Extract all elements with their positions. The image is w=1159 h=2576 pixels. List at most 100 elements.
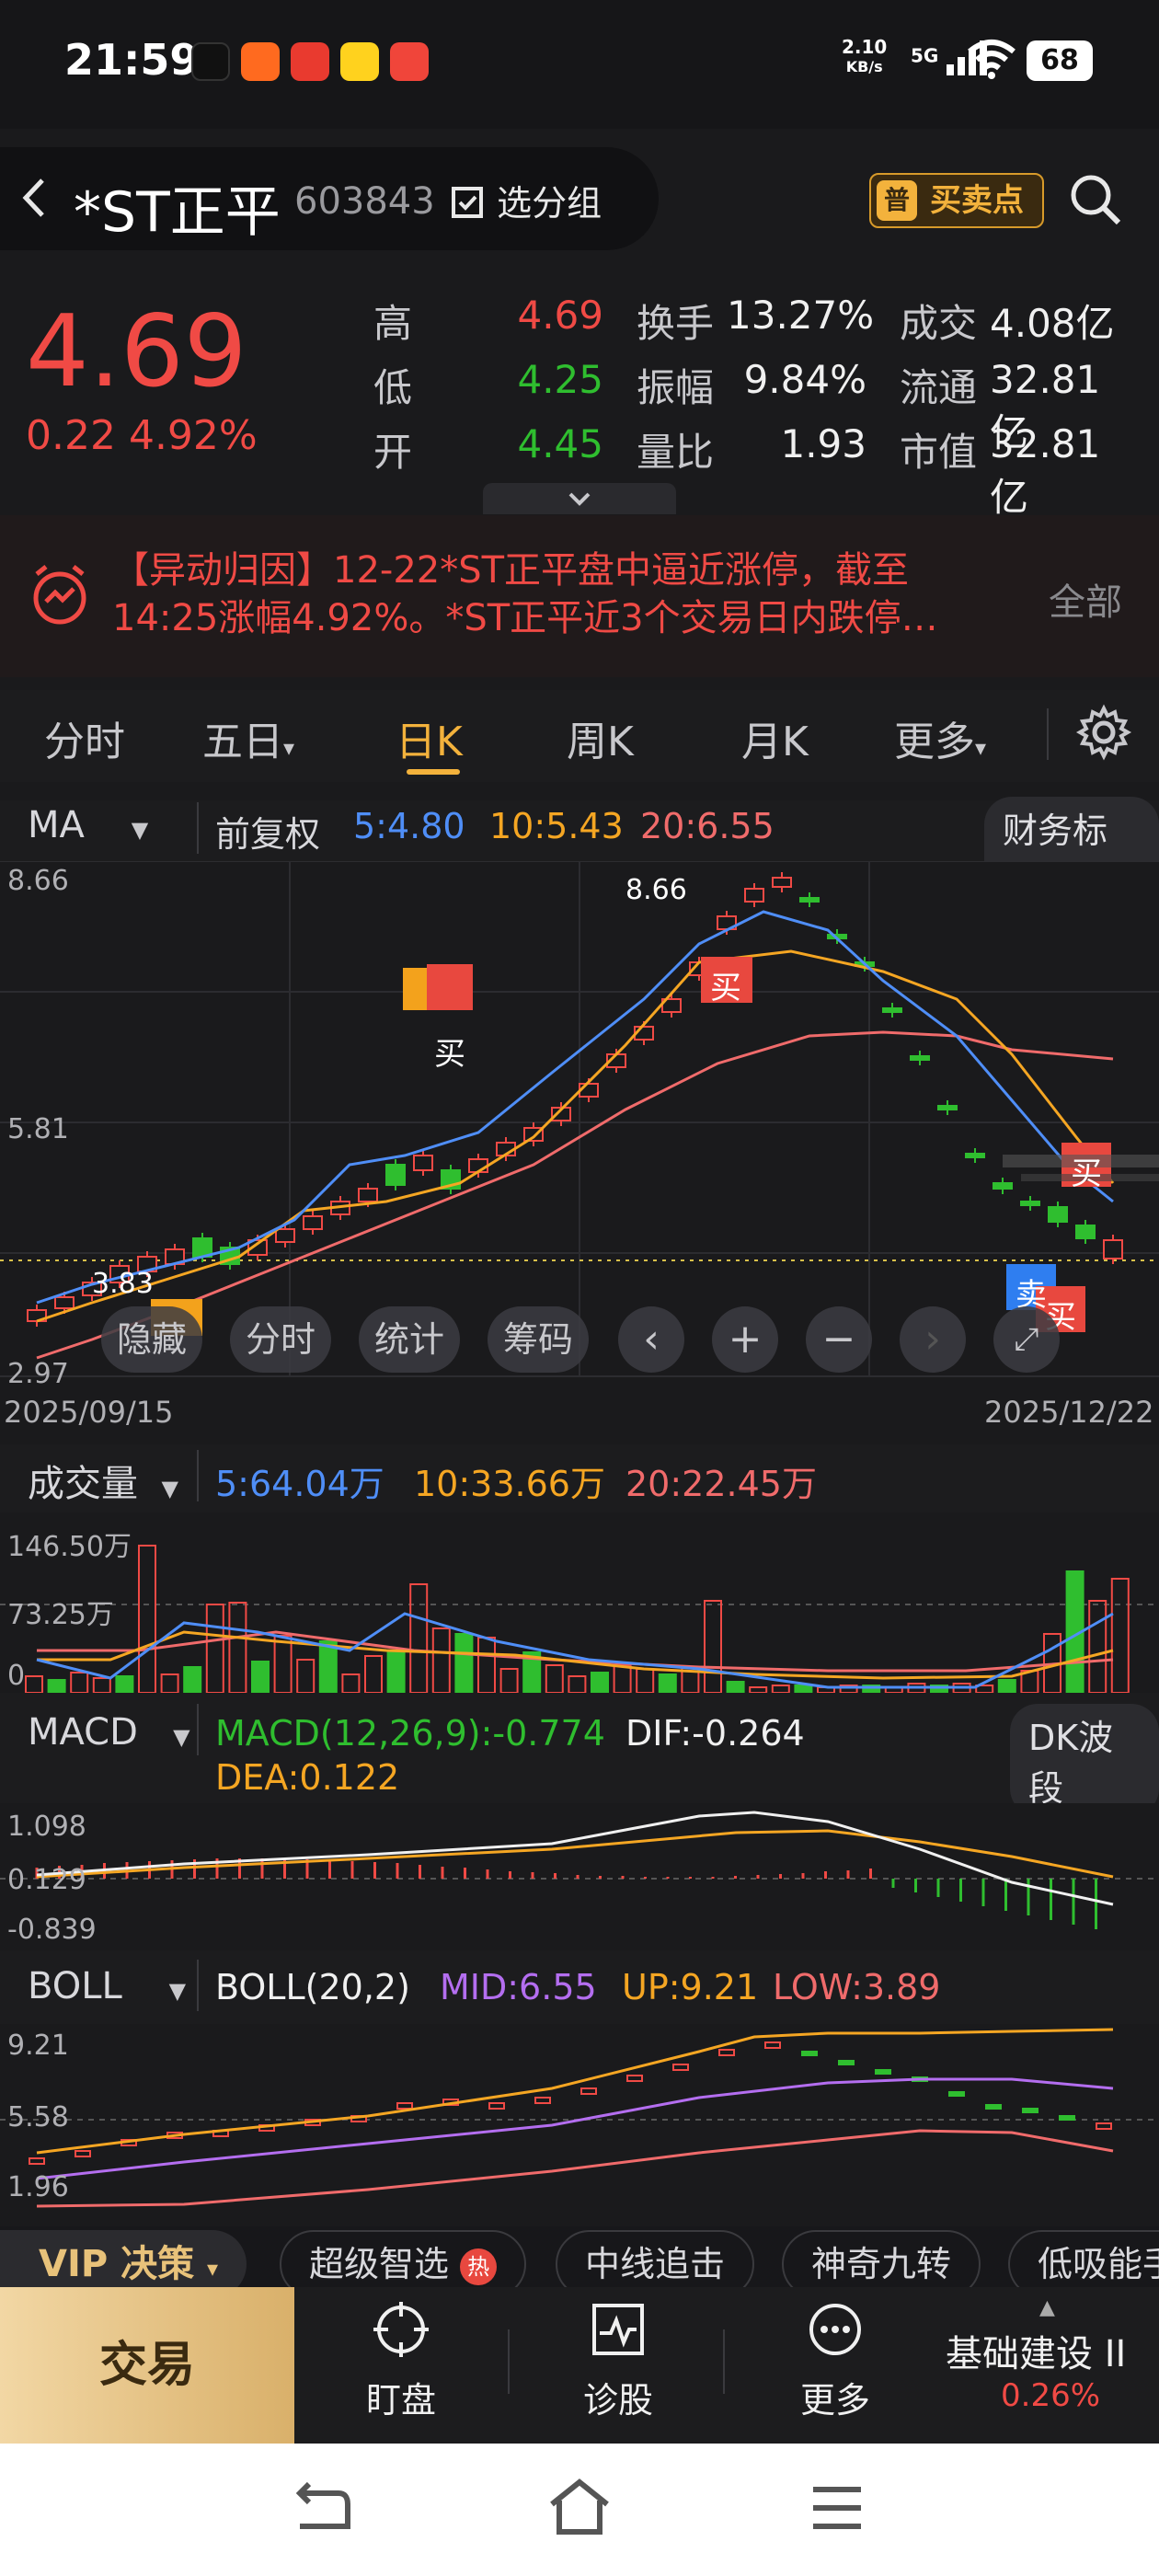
boll-candle: [75, 2150, 91, 2157]
alarm-icon: [33, 565, 86, 625]
tab-daily-k[interactable]: 日K: [396, 708, 463, 767]
select-group-button[interactable]: 选分组: [451, 175, 602, 225]
market-cap-label: 市值: [900, 430, 978, 475]
boll-candle: [985, 2104, 1002, 2110]
macd-chart: [0, 1803, 1159, 1950]
open-value: 4.45: [517, 421, 603, 466]
boll-candle: [718, 2049, 735, 2056]
vol-ma5: 5:64.04万: [215, 1464, 384, 1504]
index-name[interactable]: 基础建设 II: [946, 2324, 1126, 2377]
buy-label: 买: [434, 1036, 465, 1073]
chevron-down-icon: [568, 492, 591, 506]
news-app-icon: [291, 42, 329, 81]
volume-chart: [0, 1512, 1159, 1693]
diagnose-button[interactable]: 诊股: [535, 2300, 701, 2422]
candle-body: [910, 1055, 930, 1061]
macd-y-top: 1.098: [7, 1811, 86, 1843]
chips-button[interactable]: 筹码: [488, 1306, 589, 1373]
open-label: 开: [373, 430, 413, 475]
vol-y-mid: 73.25万: [7, 1599, 114, 1631]
system-menu-icon[interactable]: [809, 2484, 865, 2532]
chevron-up-icon[interactable]: ▲: [1039, 2296, 1055, 2319]
dk-band-button[interactable]: DK波段: [1010, 1704, 1159, 1816]
macd-y-bottom: -0.839: [7, 1914, 97, 1946]
volume-bar: [726, 1681, 745, 1693]
intraday-button[interactable]: 分时: [230, 1306, 331, 1373]
adjust-type[interactable]: 前复权: [215, 806, 320, 857]
trade-button[interactable]: 交易: [0, 2287, 294, 2444]
volume-bar: [251, 1661, 270, 1693]
tab-divider: [1047, 708, 1049, 760]
news-text[interactable]: 【异动归因】12-22*ST正平盘中逼近涨停，截至 14:25涨幅4.92%。*…: [112, 546, 1014, 642]
boll-candle: [764, 2041, 781, 2049]
boll-chart: [0, 2024, 1159, 2226]
macd-selector[interactable]: MACD ▼: [28, 1711, 190, 1754]
battery-indicator: 68: [1027, 40, 1093, 81]
back-icon[interactable]: [17, 175, 53, 221]
buy-label: 买: [710, 970, 741, 1006]
boll-params: BOLL(20,2): [215, 1967, 410, 2007]
system-back-icon[interactable]: [291, 2480, 355, 2539]
candle-body: [937, 1105, 958, 1110]
hide-button[interactable]: 隐藏: [101, 1306, 202, 1373]
candle-body: [1048, 1206, 1068, 1223]
watch-button[interactable]: 盯盘: [318, 2300, 484, 2422]
tab-monthly-k[interactable]: 月K: [741, 708, 809, 767]
candle-body: [1103, 1239, 1123, 1259]
boll-selector[interactable]: BOLL ▼: [28, 1965, 186, 2007]
expand-quote-button[interactable]: [483, 483, 676, 514]
candle-body: [799, 897, 820, 903]
tab-more[interactable]: 更多▾: [894, 708, 986, 767]
volume-ratio-value: 1.93: [780, 421, 866, 466]
candle-body: [54, 1296, 75, 1309]
statistics-button[interactable]: 统计: [359, 1306, 460, 1373]
stock-name: *ST正平: [74, 180, 281, 245]
system-home-icon[interactable]: [546, 2477, 613, 2539]
wifi-icon: [968, 40, 1016, 79]
buy-label: 买: [1071, 1156, 1102, 1192]
volume-ratio-label: 量比: [637, 430, 715, 475]
diagnose-icon: [592, 2304, 644, 2355]
boll-candle: [29, 2157, 45, 2165]
app-icon: [340, 42, 379, 81]
chevron-right-icon[interactable]: ›: [900, 1306, 966, 1373]
boll-candle: [838, 2060, 855, 2065]
boll-candle: [626, 2075, 643, 2082]
amplitude-label: 振幅: [637, 365, 715, 410]
candle-body: [772, 877, 792, 888]
divider: [197, 1960, 199, 2011]
turnover-label: 换手: [637, 301, 715, 346]
more-button[interactable]: 更多: [752, 2300, 918, 2422]
chevron-left-icon[interactable]: ‹: [618, 1306, 684, 1373]
volume-bar: [658, 1673, 677, 1693]
volume-selector[interactable]: 成交量 ▼: [28, 1454, 178, 1507]
fullscreen-icon[interactable]: ⤢: [993, 1306, 1060, 1373]
candle-body: [965, 1153, 985, 1158]
zoom-in-icon[interactable]: +: [712, 1306, 778, 1373]
tab-five-day[interactable]: 五日▾: [202, 708, 294, 767]
high-price-mark: 8.66: [625, 874, 687, 906]
bs-badge: 普: [877, 180, 917, 221]
search-icon[interactable]: [1067, 171, 1124, 228]
candle-body: [303, 1215, 323, 1230]
boll-candle: [534, 2097, 551, 2104]
divider: [197, 1704, 199, 1755]
boll-candle: [801, 2051, 818, 2056]
tab-weekly-k[interactable]: 周K: [567, 708, 634, 767]
boll-y-top: 9.21: [7, 2030, 69, 2062]
ma-selector[interactable]: MA ▼: [28, 804, 148, 846]
boll-candle: [580, 2087, 597, 2095]
zoom-out-icon[interactable]: −: [806, 1306, 872, 1373]
tab-intraday[interactable]: 分时: [44, 708, 125, 767]
gear-icon[interactable]: [1074, 703, 1133, 762]
market-cap-value: 32.81亿: [990, 421, 1101, 520]
amplitude-value: 9.84%: [743, 357, 866, 402]
low-price-mark: 3.83: [92, 1268, 154, 1300]
news-all-link[interactable]: 全部: [1049, 572, 1122, 626]
status-time: 21:59: [64, 35, 200, 85]
ma20-value: 20:6.55: [640, 806, 775, 846]
volume-bar: [386, 1651, 406, 1693]
vol-y-bottom: 0: [7, 1660, 26, 1692]
boll-y-bottom: 1.96: [7, 2171, 69, 2203]
candle-body: [744, 888, 764, 903]
